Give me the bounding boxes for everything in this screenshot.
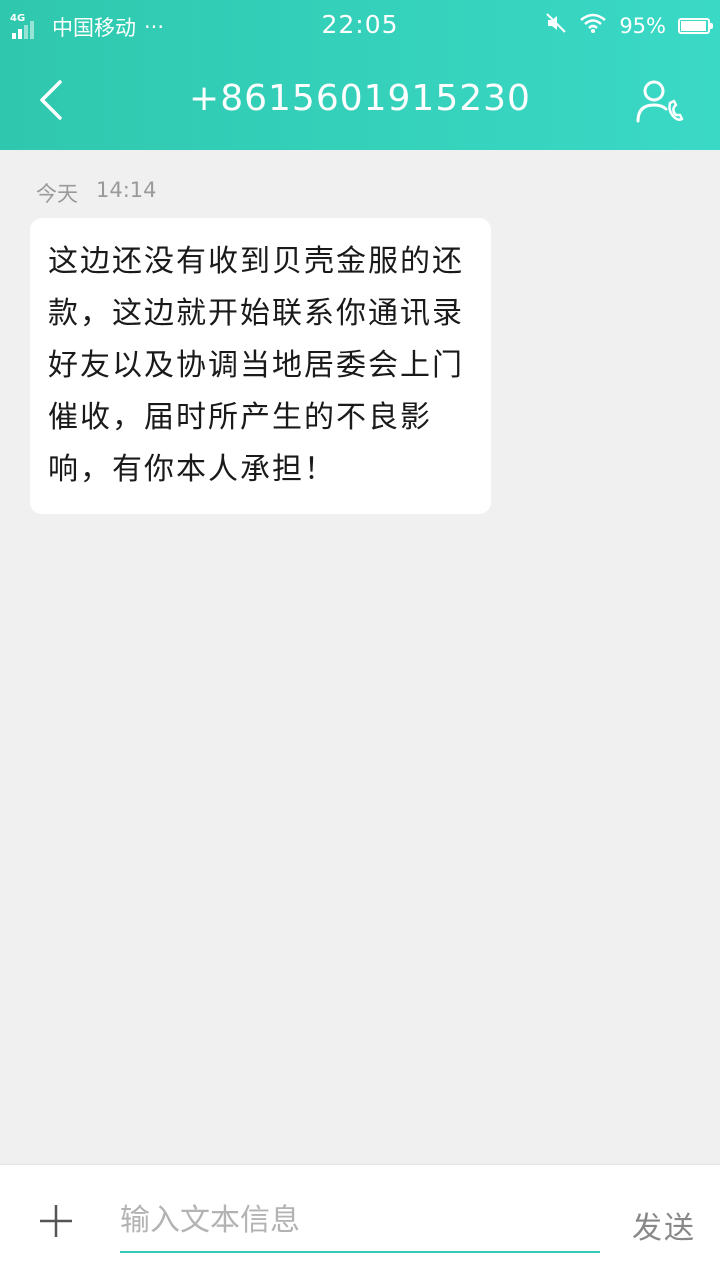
send-button[interactable]: 发送 xyxy=(632,1203,696,1247)
message-composer: 发送 xyxy=(0,1164,720,1281)
timestamp-date: 今天 xyxy=(36,182,78,206)
app-header: 4G 中国移动 ··· 22:05 95% +8615601915230 xyxy=(0,0,720,150)
plus-icon xyxy=(40,1205,72,1237)
message-input[interactable] xyxy=(120,1193,600,1253)
page-title: +8615601915230 xyxy=(189,78,531,119)
conversation-area[interactable]: 今天 14:14 这边还没有收到贝壳金服的还款，这边就开始联系你通讯录好友以及协… xyxy=(0,150,720,1164)
message-timestamp: 今天 14:14 xyxy=(36,178,157,208)
wifi-icon xyxy=(579,12,607,39)
add-attachment-button[interactable] xyxy=(36,1201,76,1241)
battery-percent: 95% xyxy=(619,13,666,38)
timestamp-time: 14:14 xyxy=(96,178,157,202)
back-button[interactable] xyxy=(26,74,76,126)
status-bar: 4G 中国移动 ··· 22:05 95% xyxy=(0,0,720,52)
mute-icon xyxy=(545,12,567,39)
contact-phone-icon xyxy=(636,80,684,123)
nav-bar: +8615601915230 xyxy=(0,52,720,150)
battery-icon xyxy=(678,17,713,34)
message-bubble[interactable]: 这边还没有收到贝壳金服的还款，这边就开始联系你通讯录好友以及协调当地居委会上门催… xyxy=(30,218,491,514)
chevron-left-icon xyxy=(40,80,62,120)
contact-button[interactable] xyxy=(632,74,688,128)
battery-level xyxy=(681,20,706,31)
status-right: 95% xyxy=(545,12,713,39)
